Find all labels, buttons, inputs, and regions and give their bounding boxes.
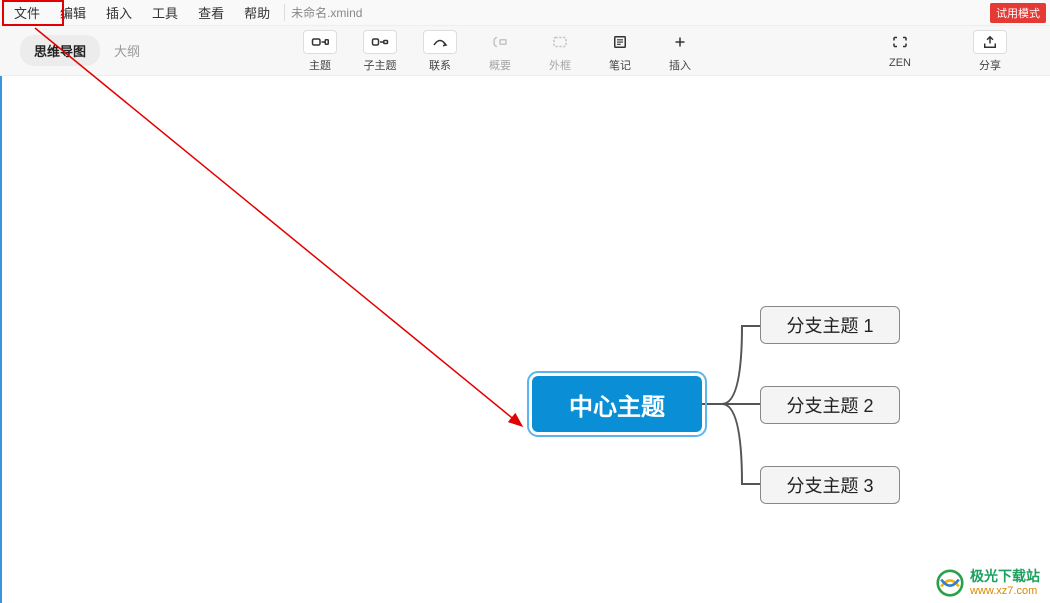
zen-icon <box>883 30 917 54</box>
subtopic-icon <box>363 30 397 54</box>
view-tabs: 思维导图 大纲 <box>20 35 154 66</box>
boundary-icon <box>543 30 577 54</box>
menu-help[interactable]: 帮助 <box>234 0 280 25</box>
insert-label: 插入 <box>669 57 691 73</box>
boundary-button[interactable]: 外框 <box>540 30 580 73</box>
subtopic-label: 子主题 <box>364 57 397 73</box>
tab-mindmap[interactable]: 思维导图 <box>20 35 100 66</box>
insert-icon <box>663 30 697 54</box>
share-label: 分享 <box>979 57 1001 73</box>
branch-topic-3[interactable]: 分支主题 3 <box>760 466 900 504</box>
canvas[interactable]: 中心主题 分支主题 1 分支主题 2 分支主题 3 极光下载站 www.xz7.… <box>0 76 1050 603</box>
watermark-url: www.xz7.com <box>970 585 1040 597</box>
filename-label: 未命名.xmind <box>284 4 362 21</box>
center-topic[interactable]: 中心主题 <box>532 376 702 432</box>
trial-mode-badge: 试用模式 <box>990 3 1046 23</box>
share-icon <box>973 30 1007 54</box>
topic-label: 主题 <box>309 57 331 73</box>
summary-icon <box>483 30 517 54</box>
zen-button[interactable]: ZEN <box>880 30 920 69</box>
relation-label: 联系 <box>429 57 451 73</box>
watermark: 极光下载站 www.xz7.com <box>936 569 1040 597</box>
topic-icon <box>303 30 337 54</box>
summary-button[interactable]: 概要 <box>480 30 520 73</box>
notes-icon <box>603 30 637 54</box>
share-button[interactable]: 分享 <box>970 30 1010 73</box>
summary-label: 概要 <box>489 57 511 73</box>
toolbar: 主题 子主题 联系 概要 外框 <box>300 30 700 73</box>
branch-topic-2[interactable]: 分支主题 2 <box>760 386 900 424</box>
relation-button[interactable]: 联系 <box>420 30 460 73</box>
insert-button[interactable]: 插入 <box>660 30 700 73</box>
relation-icon <box>423 30 457 54</box>
zen-label: ZEN <box>889 57 911 69</box>
menu-file[interactable]: 文件 <box>4 0 50 25</box>
notes-button[interactable]: 笔记 <box>600 30 640 73</box>
menu-edit[interactable]: 编辑 <box>50 0 96 25</box>
menu-insert[interactable]: 插入 <box>96 0 142 25</box>
branch-topic-1[interactable]: 分支主题 1 <box>760 306 900 344</box>
watermark-logo-icon <box>936 569 964 597</box>
menubar: 文件 编辑 插入 工具 查看 帮助 未命名.xmind <box>0 0 1050 26</box>
toolbar-right: ZEN 分享 <box>880 30 1010 73</box>
subtopic-button[interactable]: 子主题 <box>360 30 400 73</box>
tab-outline[interactable]: 大纲 <box>100 35 154 66</box>
annotation-arrow <box>32 26 552 456</box>
topic-button[interactable]: 主题 <box>300 30 340 73</box>
boundary-label: 外框 <box>549 57 571 73</box>
menu-view[interactable]: 查看 <box>188 0 234 25</box>
secondary-bar: 思维导图 大纲 主题 子主题 联系 概要 <box>0 26 1050 76</box>
menu-tools[interactable]: 工具 <box>142 0 188 25</box>
watermark-title: 极光下载站 <box>970 569 1040 584</box>
notes-label: 笔记 <box>609 57 631 73</box>
